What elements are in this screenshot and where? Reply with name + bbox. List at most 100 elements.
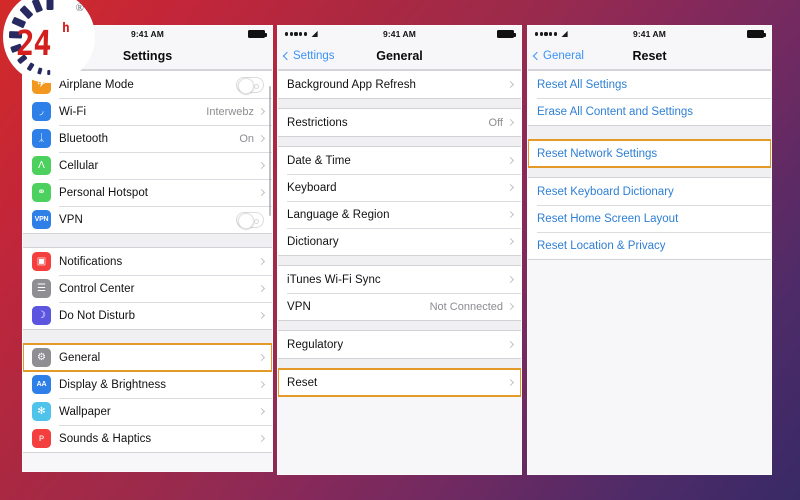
list-item[interactable]: Ʌ Cellular: [23, 152, 272, 179]
status-bar-time: 9:41 AM: [633, 29, 666, 39]
list-item[interactable]: ⚭ Personal Hotspot: [23, 179, 272, 206]
list-item[interactable]: AA Display & Brightness: [23, 371, 272, 398]
list-item[interactable]: VPN Not Connected: [278, 293, 521, 320]
list-item-value: On: [239, 132, 254, 145]
list-item[interactable]: ᴘ Sounds & Haptics: [23, 425, 272, 452]
list-group: ▣ Notifications ☰ Control Center ☽ Do Not Dis…: [23, 247, 272, 330]
list-group: ⚙ General AA Display & Brightness ✻ Wallpaper…: [23, 343, 272, 453]
list-item[interactable]: Reset Keyboard Dictionary: [528, 178, 771, 205]
back-button-label: Settings: [293, 49, 335, 62]
list-item-label: Regulatory: [287, 338, 344, 351]
trademark-symbol: ®: [75, 2, 84, 14]
list-item-label: Notifications: [59, 255, 123, 268]
list-item[interactable]: Background App Refresh: [278, 71, 521, 98]
list-item[interactable]: VPN VPN: [23, 206, 272, 233]
list-item-value: Not Connected: [429, 300, 503, 313]
list-group-separator: [528, 168, 771, 177]
back-button-settings[interactable]: Settings: [282, 49, 335, 62]
list-group-separator: [278, 99, 521, 108]
bluetooth-icon: ᛣ: [32, 129, 51, 148]
list-item-label: Date & Time: [287, 154, 351, 167]
scrollbar[interactable]: [268, 86, 271, 216]
chevron-right-icon: [506, 118, 515, 127]
list-item-label: VPN: [59, 213, 83, 226]
battery-icon: [497, 30, 516, 38]
list-item[interactable]: Reset Home Screen Layout: [528, 205, 771, 232]
list-item[interactable]: Reset Network Settings: [528, 139, 771, 168]
list-item[interactable]: ▣ Notifications: [23, 248, 272, 275]
nav-bar: General Reset: [528, 42, 771, 70]
list-item[interactable]: Reset Location & Privacy: [528, 232, 771, 259]
list-group: Regulatory: [278, 330, 521, 359]
back-button-general[interactable]: General: [532, 49, 584, 62]
list-item[interactable]: ⚙ General: [23, 343, 272, 372]
list-item[interactable]: Erase All Content and Settings: [528, 98, 771, 125]
list-item[interactable]: ᛣ Bluetooth On: [23, 125, 272, 152]
battery-icon: [248, 30, 267, 38]
list-item[interactable]: iTunes Wi-Fi Sync: [278, 266, 521, 293]
settings-list: ✈ Airplane Mode ◞ Wi-Fi Interwebz ᛣ Bluetooth O…: [23, 70, 272, 453]
phone-screen-general: ◢ 9:41 AM Settings General Background Ap…: [277, 25, 522, 475]
list-item-label: VPN: [287, 300, 311, 313]
reset-list: Reset All Settings Erase All Content and …: [528, 70, 771, 260]
status-bar: ◢ 9:41 AM: [278, 26, 521, 42]
general-list: Background App Refresh Restrictions Off Dat…: [278, 70, 521, 397]
chevron-left-icon: [532, 51, 542, 60]
list-item-label: iTunes Wi-Fi Sync: [287, 273, 381, 286]
list-item[interactable]: ☰ Control Center: [23, 275, 272, 302]
list-item[interactable]: Keyboard: [278, 174, 521, 201]
list-item-label: Reset Keyboard Dictionary: [537, 185, 674, 198]
back-button-label: General: [543, 49, 584, 62]
sounds-haptics-icon: ᴘ: [32, 429, 51, 448]
hotspot-icon: ⚭: [32, 183, 51, 202]
list-group-separator: [278, 137, 521, 146]
chevron-right-icon: [506, 156, 515, 165]
list-item[interactable]: Restrictions Off: [278, 109, 521, 136]
status-bar: ◢ 9:41 AM: [528, 26, 771, 42]
brand-logo: ® 24 h: [3, 0, 95, 83]
list-item-label: Wi-Fi: [59, 105, 87, 118]
list-item[interactable]: Regulatory: [278, 331, 521, 358]
list-group: Restrictions Off: [278, 108, 521, 137]
wallpaper-icon: ✻: [32, 402, 51, 421]
list-item-label: Erase All Content and Settings: [537, 105, 693, 118]
list-group: Reset Network Settings: [528, 139, 771, 168]
chevron-right-icon: [257, 311, 266, 320]
chevron-right-icon: [257, 257, 266, 266]
toggle-switch[interactable]: [236, 76, 264, 94]
list-item[interactable]: Date & Time: [278, 147, 521, 174]
list-item-label: Control Center: [59, 282, 135, 295]
chevron-right-icon: [257, 134, 266, 143]
list-item-label: Language & Region: [287, 208, 390, 221]
chevron-right-icon: [257, 380, 266, 389]
chevron-right-icon: [257, 284, 266, 293]
list-item[interactable]: Reset: [278, 368, 521, 397]
wifi-icon: ◞: [32, 102, 51, 121]
notifications-icon: ▣: [32, 252, 51, 271]
list-group: ✈ Airplane Mode ◞ Wi-Fi Interwebz ᛣ Bluetooth O…: [23, 70, 272, 234]
list-item[interactable]: Language & Region: [278, 201, 521, 228]
list-group-separator: [528, 126, 771, 139]
list-item[interactable]: ◞ Wi-Fi Interwebz: [23, 98, 272, 125]
list-group-separator: [278, 321, 521, 330]
chevron-right-icon: [257, 353, 266, 362]
toggle-switch[interactable]: [236, 211, 264, 229]
list-group-separator: [23, 330, 272, 343]
list-item-label: Do Not Disturb: [59, 309, 136, 322]
list-item[interactable]: ✻ Wallpaper: [23, 398, 272, 425]
page-title: Reset: [632, 48, 667, 63]
list-item[interactable]: ☽ Do Not Disturb: [23, 302, 272, 329]
display-brightness-icon: AA: [32, 375, 51, 394]
chevron-right-icon: [257, 107, 266, 116]
chevron-right-icon: [257, 434, 266, 443]
list-item[interactable]: Dictionary: [278, 228, 521, 255]
chevron-right-icon: [506, 378, 515, 387]
do-not-disturb-icon: ☽: [32, 306, 51, 325]
page-title: Settings: [122, 48, 173, 63]
chevron-right-icon: [506, 302, 515, 311]
cellular-icon: Ʌ: [32, 156, 51, 175]
list-item[interactable]: Reset All Settings: [528, 71, 771, 98]
chevron-right-icon: [506, 210, 515, 219]
list-item-label: Reset All Settings: [537, 78, 628, 91]
list-item-label: Bluetooth: [59, 132, 109, 145]
